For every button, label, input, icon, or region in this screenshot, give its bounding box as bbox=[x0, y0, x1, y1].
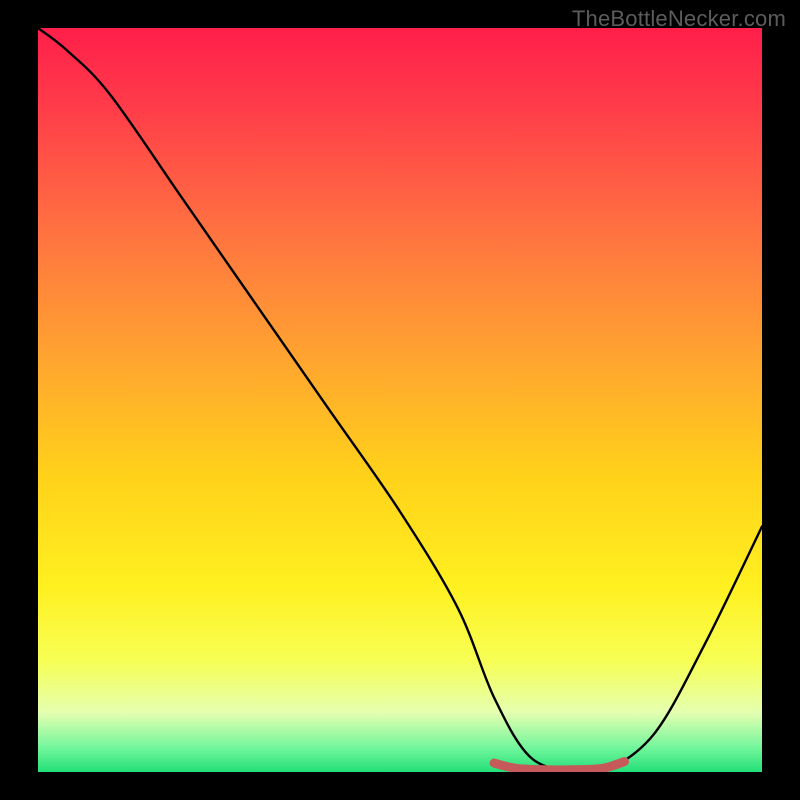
plot-area bbox=[38, 28, 762, 772]
chart-frame: TheBottleNecker.com bbox=[0, 0, 800, 800]
chart-svg bbox=[38, 28, 762, 772]
optimal-segment-path bbox=[494, 762, 624, 770]
bottleneck-curve-path bbox=[38, 28, 762, 772]
